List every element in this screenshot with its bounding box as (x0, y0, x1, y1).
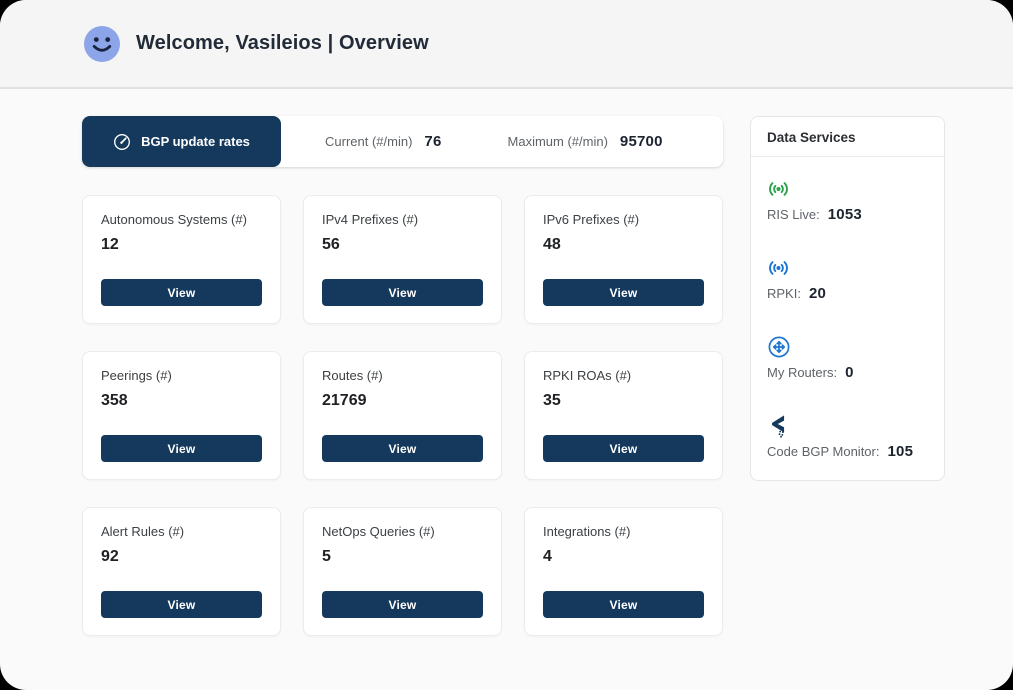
router-icon (768, 336, 790, 358)
data-service-label: RPKI: (767, 286, 801, 301)
stat-card-routes: Routes (#) 21769 View (303, 351, 502, 480)
data-service-value: 20 (808, 285, 827, 302)
card-value: 92 (101, 548, 119, 565)
gauge-icon (114, 133, 131, 150)
app-window: Welcome, Vasileios | Overview BGP update… (0, 0, 1013, 690)
codebgp-logo-icon (771, 415, 785, 438)
data-service-label: RIS Live: (767, 207, 820, 222)
current-rate-metric: Current (#/min) 76 (325, 133, 442, 150)
view-button[interactable]: View (322, 591, 483, 618)
data-services-items: RIS Live: 1053 RPKI: 20 My Routers: 0 Co… (751, 157, 944, 460)
page-title: Welcome, Vasileios | Overview (136, 32, 429, 54)
data-service-ris-live: RIS Live: 1053 (767, 177, 928, 223)
current-rate-label: Current (#/min) (325, 134, 413, 149)
data-service-code-bgp-monitor: Code BGP Monitor: 105 (767, 414, 928, 460)
card-title: RPKI ROAs (#) (543, 368, 632, 383)
stat-card-rpki-roas: RPKI ROAs (#) 35 View (524, 351, 723, 480)
data-service-label: My Routers: (767, 365, 838, 380)
card-value: 21769 (322, 392, 367, 409)
card-title: Routes (#) (322, 368, 383, 383)
card-title: Peerings (#) (101, 368, 172, 383)
view-button[interactable]: View (543, 279, 704, 306)
content: BGP update rates Current (#/min) 76 Maxi… (0, 89, 1013, 636)
data-service-label: Code BGP Monitor: (767, 444, 880, 459)
maximum-rate-value: 95700 (619, 133, 663, 150)
data-service-rpki: RPKI: 20 (767, 256, 928, 302)
data-service-value: 105 (887, 443, 914, 460)
main-column: BGP update rates Current (#/min) 76 Maxi… (82, 116, 723, 636)
view-button[interactable]: View (322, 435, 483, 462)
card-title: IPv4 Prefixes (#) (322, 212, 419, 227)
view-button[interactable]: View (101, 591, 262, 618)
card-value: 56 (322, 236, 340, 253)
card-value: 5 (322, 548, 331, 565)
card-value: 12 (101, 236, 119, 253)
view-button[interactable]: View (543, 435, 704, 462)
maximum-rate-label: Maximum (#/min) (507, 134, 608, 149)
card-title: Integrations (#) (543, 524, 631, 539)
stat-card-peerings: Peerings (#) 358 View (82, 351, 281, 480)
bgp-update-rates-tab[interactable]: BGP update rates (82, 116, 281, 167)
data-service-my-routers: My Routers: 0 (767, 335, 928, 381)
stat-cards-grid: Autonomous Systems (#) 12 View IPv4 Pref… (82, 195, 723, 636)
rates-metrics: Current (#/min) 76 Maximum (#/min) 95700 (281, 133, 723, 150)
smiley-icon (84, 25, 120, 62)
stat-card-ipv4-prefixes: IPv4 Prefixes (#) 56 View (303, 195, 502, 324)
stat-card-integrations: Integrations (#) 4 View (524, 507, 723, 636)
data-service-value: 0 (845, 364, 854, 381)
card-value: 35 (543, 392, 561, 409)
data-services-title: Data Services (751, 117, 944, 157)
data-services-panel: Data Services RIS Live: 1053 RPKI: 20 My… (750, 116, 945, 481)
card-value: 4 (543, 548, 552, 565)
card-title: Alert Rules (#) (101, 524, 185, 539)
bgp-update-rates-label: BGP update rates (141, 134, 250, 149)
header: Welcome, Vasileios | Overview (0, 0, 1013, 89)
card-title: NetOps Queries (#) (322, 524, 435, 539)
current-rate-value: 76 (424, 133, 442, 150)
bgp-update-rates-bar: BGP update rates Current (#/min) 76 Maxi… (82, 116, 723, 167)
stat-card-ipv6-prefixes: IPv6 Prefixes (#) 48 View (524, 195, 723, 324)
card-value: 48 (543, 236, 561, 253)
stat-card-netops-queries: NetOps Queries (#) 5 View (303, 507, 502, 636)
maximum-rate-metric: Maximum (#/min) 95700 (508, 133, 663, 150)
data-service-value: 1053 (827, 206, 862, 223)
stat-card-autonomous-systems: Autonomous Systems (#) 12 View (82, 195, 281, 324)
stat-card-alert-rules: Alert Rules (#) 92 View (82, 507, 281, 636)
view-button[interactable]: View (543, 591, 704, 618)
broadcast-icon (769, 182, 788, 196)
card-title: IPv6 Prefixes (#) (543, 212, 640, 227)
view-button[interactable]: View (101, 435, 262, 462)
view-button[interactable]: View (322, 279, 483, 306)
view-button[interactable]: View (101, 279, 262, 306)
broadcast-icon (769, 261, 788, 275)
card-title: Autonomous Systems (#) (101, 212, 247, 227)
card-value: 358 (101, 392, 128, 409)
